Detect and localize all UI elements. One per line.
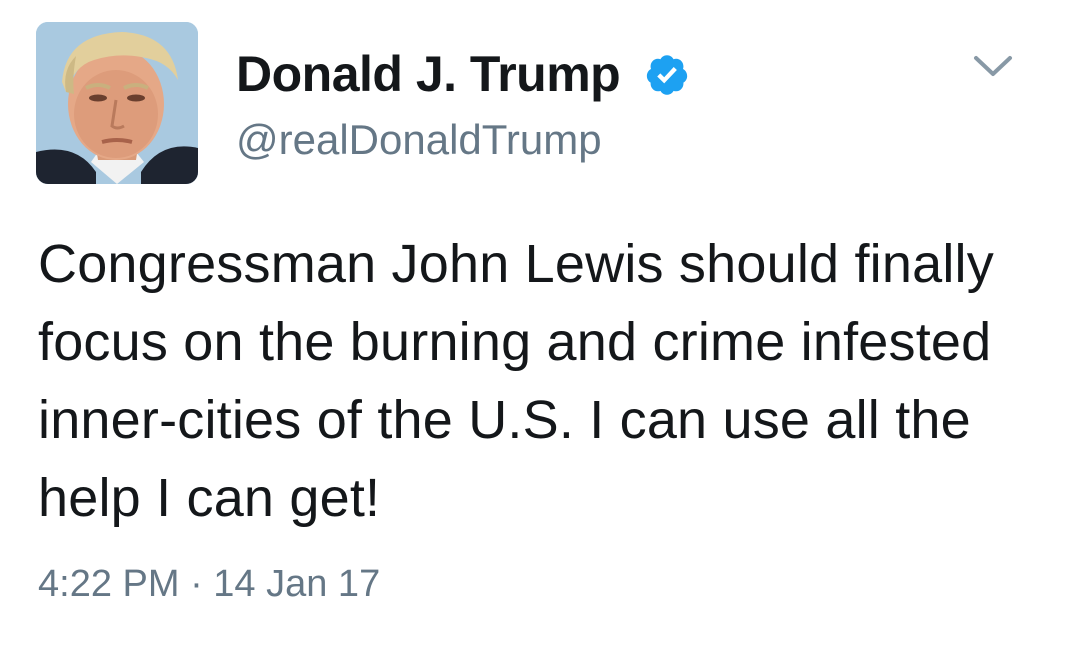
chevron-down-icon <box>974 56 1012 76</box>
tweet-text: Congressman John Lewis should finally fo… <box>38 234 994 528</box>
timestamp[interactable]: 4:22 PM · 14 Jan 17 <box>38 558 380 610</box>
tweet-card: Donald J. Trump @realDonaldTrump Congres… <box>0 0 1080 647</box>
verified-badge-icon <box>646 55 688 95</box>
display-name[interactable]: Donald J. Trump <box>236 44 621 104</box>
avatar[interactable] <box>36 22 198 184</box>
handle[interactable]: @realDonaldTrump <box>236 114 602 166</box>
tweet-menu-button[interactable] <box>966 48 1020 88</box>
avatar-image <box>36 22 198 184</box>
